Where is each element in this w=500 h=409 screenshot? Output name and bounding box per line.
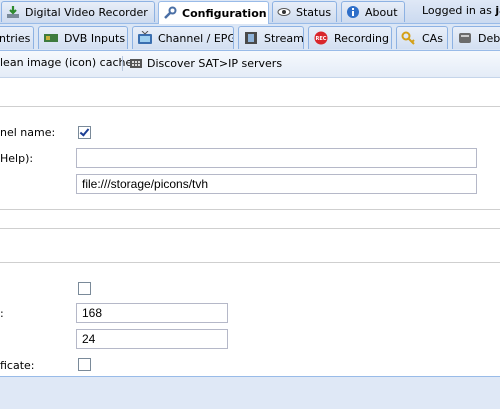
tab-entries[interactable]: ntries bbox=[0, 26, 34, 49]
info-icon bbox=[346, 5, 360, 19]
main-tab-bar: Digital Video Recorder Configuration Sta… bbox=[0, 0, 500, 24]
tab-configuration[interactable]: Configuration bbox=[158, 1, 269, 24]
config-toolbar: lean image (icon) cache Discover SAT>IP … bbox=[0, 51, 500, 78]
number-input-1[interactable] bbox=[76, 303, 228, 323]
logged-in-status: Logged in as jar bbox=[422, 4, 500, 17]
tab-channel-epg[interactable]: Channel / EPG bbox=[132, 26, 234, 49]
satellite-icon bbox=[129, 56, 143, 70]
fieldset-divider bbox=[0, 262, 500, 263]
tab-about[interactable]: About bbox=[341, 1, 405, 22]
tab-debugging[interactable]: Deb bbox=[452, 26, 500, 49]
card-icon bbox=[43, 31, 59, 45]
help-label: Help): bbox=[0, 152, 34, 165]
config-tab-bar: ntries DVB Inputs Channel / EPG Stream R… bbox=[0, 24, 500, 51]
username: jar bbox=[495, 4, 500, 17]
number-input-2[interactable] bbox=[76, 329, 228, 349]
rec-icon: REC bbox=[313, 31, 329, 45]
channel-name-checkbox[interactable] bbox=[78, 126, 91, 139]
film-icon bbox=[243, 31, 259, 45]
toolbar-separator bbox=[122, 56, 123, 71]
svg-text:REC: REC bbox=[316, 36, 327, 42]
certificate-label: ficate: bbox=[0, 359, 35, 372]
number-label: : bbox=[0, 307, 4, 320]
tab-cas[interactable]: CAs bbox=[396, 26, 448, 49]
fieldset-divider bbox=[0, 228, 500, 229]
tab-recording[interactable]: REC Recording bbox=[308, 26, 392, 49]
tab-digital-video-recorder[interactable]: Digital Video Recorder bbox=[1, 1, 155, 22]
eye-icon bbox=[277, 5, 291, 19]
picon-path-input[interactable] bbox=[76, 174, 477, 194]
tab-dvb-inputs[interactable]: DVB Inputs bbox=[38, 26, 128, 49]
certificate-checkbox[interactable] bbox=[78, 358, 91, 371]
key-icon bbox=[401, 31, 417, 45]
fieldset-divider bbox=[0, 209, 500, 210]
tv-icon bbox=[137, 30, 153, 45]
download-icon bbox=[6, 5, 20, 19]
panel-footer bbox=[0, 376, 500, 409]
clean-image-cache-button[interactable]: lean image (icon) cache bbox=[0, 56, 132, 69]
debug-icon bbox=[457, 31, 473, 45]
tab-status[interactable]: Status bbox=[272, 1, 337, 22]
option-checkbox[interactable] bbox=[78, 282, 91, 295]
wrench-icon bbox=[163, 6, 177, 20]
fieldset-divider bbox=[0, 106, 500, 107]
tab-stream[interactable]: Stream bbox=[238, 26, 304, 49]
picon-field-input[interactable] bbox=[76, 148, 477, 168]
channel-name-label: nel name: bbox=[0, 126, 56, 139]
discover-satip-button[interactable]: Discover SAT>IP servers bbox=[129, 56, 282, 70]
